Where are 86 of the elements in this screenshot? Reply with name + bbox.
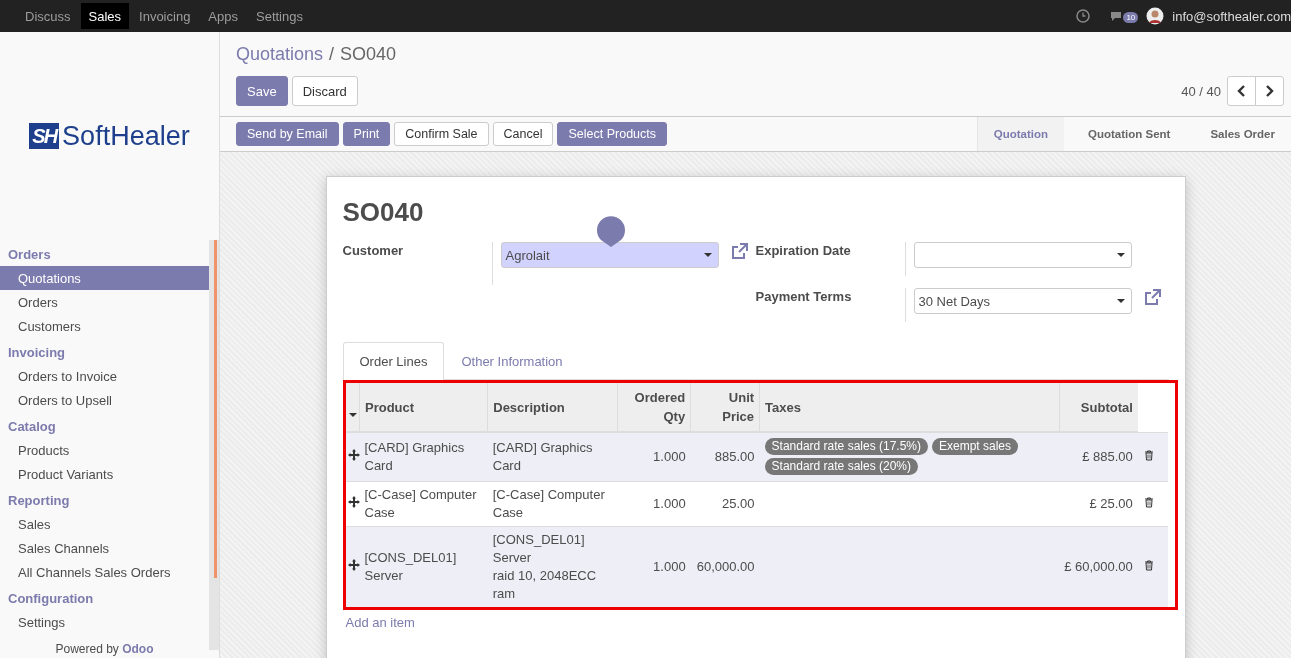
logo-text: SoftHealer bbox=[62, 120, 190, 152]
sidebar-item[interactable]: Orders to Upsell bbox=[0, 388, 209, 412]
caret-icon bbox=[1116, 253, 1125, 257]
field-label: Payment Terms bbox=[755, 288, 853, 306]
trash-icon[interactable] bbox=[1143, 497, 1154, 508]
menu-item[interactable]: Settings bbox=[248, 3, 311, 29]
form-button[interactable]: Save bbox=[236, 76, 288, 106]
menu-section-title: Reporting bbox=[7, 492, 71, 510]
sidebar-item[interactable]: Settings bbox=[0, 610, 209, 634]
select-field[interactable]: 30 Net Days bbox=[913, 288, 1132, 314]
table-cell: [CONS_DEL01] Server bbox=[359, 526, 488, 607]
sidebar-item[interactable]: Sales Channels bbox=[0, 536, 209, 560]
sidebar-item[interactable]: Products bbox=[0, 438, 209, 462]
external-link-icon[interactable] bbox=[730, 242, 749, 260]
pin-icon bbox=[595, 216, 626, 248]
action-button[interactable]: Cancel bbox=[492, 122, 554, 146]
table-cell: £ 885.00 bbox=[1059, 432, 1138, 482]
menu-section-title: Catalog bbox=[7, 418, 57, 436]
table-cell: [CONS_DEL01] Server raid 10, 2048ECC ram bbox=[487, 526, 618, 607]
table-cell: 885.00 bbox=[690, 432, 760, 482]
breadcrumb-current: SO040 bbox=[340, 44, 397, 65]
select-field[interactable]: Agrolait bbox=[500, 242, 719, 268]
menu-item[interactable]: Invoicing bbox=[131, 3, 199, 29]
logo-mark: SH bbox=[29, 123, 60, 149]
drag-handle-icon[interactable] bbox=[347, 449, 360, 461]
message-count-badge: 10 bbox=[1123, 12, 1139, 23]
trash-icon[interactable] bbox=[1143, 560, 1154, 571]
status-stage[interactable]: Quotation Sent bbox=[1064, 117, 1187, 151]
column-header[interactable]: Product bbox=[359, 383, 488, 432]
pager-value: 40 / 40 bbox=[1181, 83, 1221, 99]
column-header[interactable]: Unit Price bbox=[690, 383, 760, 432]
breadcrumb-separator: / bbox=[329, 44, 335, 65]
chat-icon[interactable] bbox=[1110, 10, 1123, 22]
menu-section-title: Configuration bbox=[7, 590, 95, 608]
column-header[interactable]: Subtotal bbox=[1059, 383, 1138, 432]
field-label: Expiration Date bbox=[755, 242, 852, 260]
menu-section-title: Invoicing bbox=[7, 344, 67, 362]
action-button[interactable]: Print bbox=[342, 122, 391, 146]
sidebar-item[interactable]: Sales bbox=[0, 512, 209, 536]
menu-item[interactable]: Apps bbox=[200, 3, 246, 29]
column-header[interactable]: Taxes bbox=[759, 383, 1060, 432]
drag-handle-icon[interactable] bbox=[347, 559, 360, 571]
scrollbar[interactable] bbox=[209, 240, 219, 650]
clock-icon[interactable] bbox=[1076, 9, 1091, 23]
sidebar-item[interactable]: Product Variants bbox=[0, 462, 209, 486]
action-button[interactable]: Select Products bbox=[557, 122, 668, 146]
menu-item[interactable]: Discuss bbox=[17, 3, 79, 29]
tax-tag: Standard rate sales (20%) bbox=[764, 458, 918, 475]
table-cell: £ 60,000.00 bbox=[1059, 526, 1138, 607]
table-cell: 60,000.00 bbox=[690, 526, 760, 607]
drag-handle-icon[interactable] bbox=[347, 496, 360, 508]
sidebar-item[interactable]: Customers bbox=[0, 314, 209, 338]
powered-by-text: Powered by Odoo bbox=[54, 642, 155, 656]
action-button[interactable]: Confirm Sale bbox=[394, 122, 489, 146]
column-header[interactable]: Description bbox=[487, 383, 618, 432]
avatar-icon[interactable] bbox=[1146, 7, 1165, 25]
table-cell: [CARD] Graphics Card bbox=[487, 432, 618, 482]
form-button[interactable]: Discard bbox=[291, 76, 358, 106]
table-cell: [CARD] Graphics Card bbox=[359, 432, 488, 482]
status-stage[interactable]: Sales Order bbox=[1186, 117, 1291, 151]
sidebar-item[interactable]: Quotations bbox=[0, 266, 209, 290]
external-link-icon[interactable] bbox=[1143, 288, 1162, 306]
menu-section-title: Orders bbox=[7, 246, 52, 264]
sidebar-item[interactable]: All Channels Sales Orders bbox=[0, 560, 209, 584]
trash-icon[interactable] bbox=[1143, 449, 1154, 461]
sidebar-item[interactable]: Orders bbox=[0, 290, 209, 314]
column-header[interactable]: Ordered Qty bbox=[617, 383, 691, 432]
caret-icon bbox=[1116, 299, 1125, 303]
sort-icon[interactable] bbox=[348, 413, 357, 417]
add-item-link[interactable]: Add an item bbox=[345, 615, 415, 630]
menu-item[interactable]: Sales bbox=[80, 3, 130, 29]
status-stage[interactable]: Quotation bbox=[976, 117, 1064, 151]
tab[interactable]: Order Lines bbox=[342, 342, 445, 380]
action-button[interactable]: Send by Email bbox=[236, 122, 339, 146]
field-label: Customer bbox=[342, 242, 405, 260]
breadcrumb-link[interactable]: Quotations bbox=[236, 44, 324, 65]
table-cell: 1.000 bbox=[617, 526, 691, 607]
tax-tag: Exempt sales bbox=[932, 438, 1019, 455]
sidebar-item[interactable]: Orders to Invoice bbox=[0, 364, 209, 388]
record-title: SO040 bbox=[342, 197, 425, 229]
user-email[interactable]: info@softhealer.com bbox=[1172, 8, 1291, 24]
tab[interactable]: Other Information bbox=[444, 342, 580, 379]
select-field[interactable] bbox=[913, 242, 1132, 268]
tax-tag: Standard rate sales (17.5%) bbox=[764, 438, 928, 455]
caret-icon bbox=[703, 253, 712, 257]
table-cell: 1.000 bbox=[617, 432, 691, 482]
